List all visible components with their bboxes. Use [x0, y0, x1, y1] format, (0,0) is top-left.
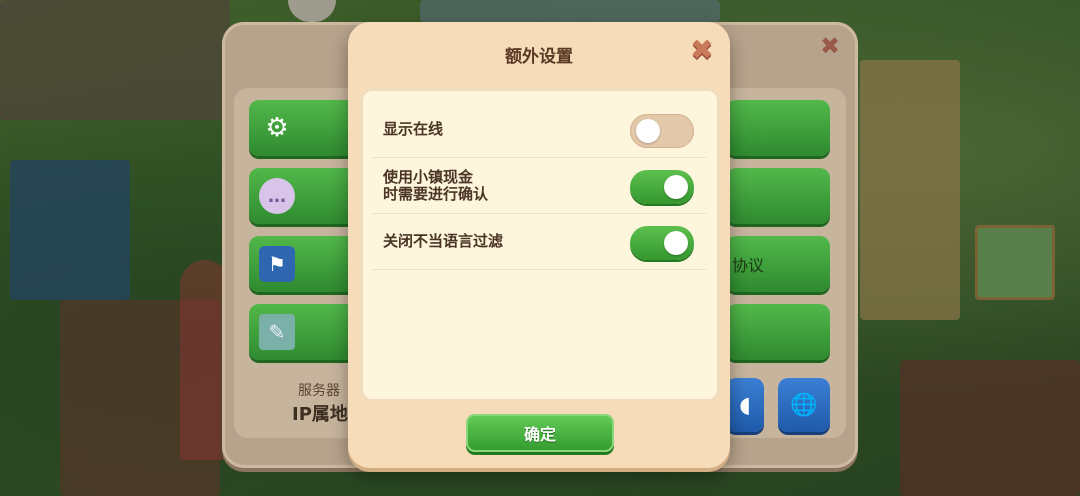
toggle-knob: [664, 175, 688, 199]
confirm-button[interactable]: 确定: [466, 414, 614, 452]
setting-row-cash-confirm: 使用小镇现金 时需要进行确认: [372, 158, 706, 214]
checkered-flag-icon: ⚑: [259, 246, 295, 282]
right-option-button-2[interactable]: [726, 168, 830, 224]
show-online-toggle[interactable]: [630, 114, 694, 148]
dialog-title: 额外设置: [505, 47, 573, 67]
setting-row-language-filter: 关闭不当语言过滤: [372, 214, 706, 270]
language-filter-toggle[interactable]: [630, 226, 694, 260]
agreement-button-label: 协议: [732, 256, 765, 275]
setting-label: 关闭不当语言过滤: [383, 232, 504, 250]
language-button[interactable]: 🌐: [778, 378, 830, 432]
right-option-button-4[interactable]: [726, 304, 830, 360]
agreement-button[interactable]: 协议: [726, 236, 830, 292]
sound-icon: ◖: [739, 392, 751, 418]
document-icon: ✎: [259, 314, 295, 350]
setting-label: 使用小镇现金 时需要进行确认: [383, 168, 489, 203]
globe-icon: 🌐: [790, 392, 818, 418]
chat-bubble-icon: …: [259, 178, 295, 214]
settings-panel-close-icon[interactable]: ✖: [818, 34, 842, 58]
toggle-knob: [664, 231, 688, 255]
setting-row-show-online: 显示在线: [372, 102, 706, 158]
sound-button[interactable]: ◖: [726, 378, 764, 432]
close-icon[interactable]: ✖: [688, 36, 716, 64]
gear-icon: ⚙: [265, 113, 289, 143]
chat-settings-button[interactable]: …: [249, 168, 359, 224]
cash-confirm-toggle[interactable]: [630, 170, 694, 204]
ip-location-label: IP属地: [292, 404, 348, 425]
settings-gear-button[interactable]: ⚙: [249, 100, 359, 156]
document-settings-button[interactable]: ✎: [249, 304, 359, 360]
right-option-button-1[interactable]: [726, 100, 830, 156]
setting-label: 显示在线: [383, 120, 444, 138]
flag-settings-button[interactable]: ⚑: [249, 236, 359, 292]
toggle-knob: [636, 119, 660, 143]
server-label: 服务器: [298, 383, 340, 399]
